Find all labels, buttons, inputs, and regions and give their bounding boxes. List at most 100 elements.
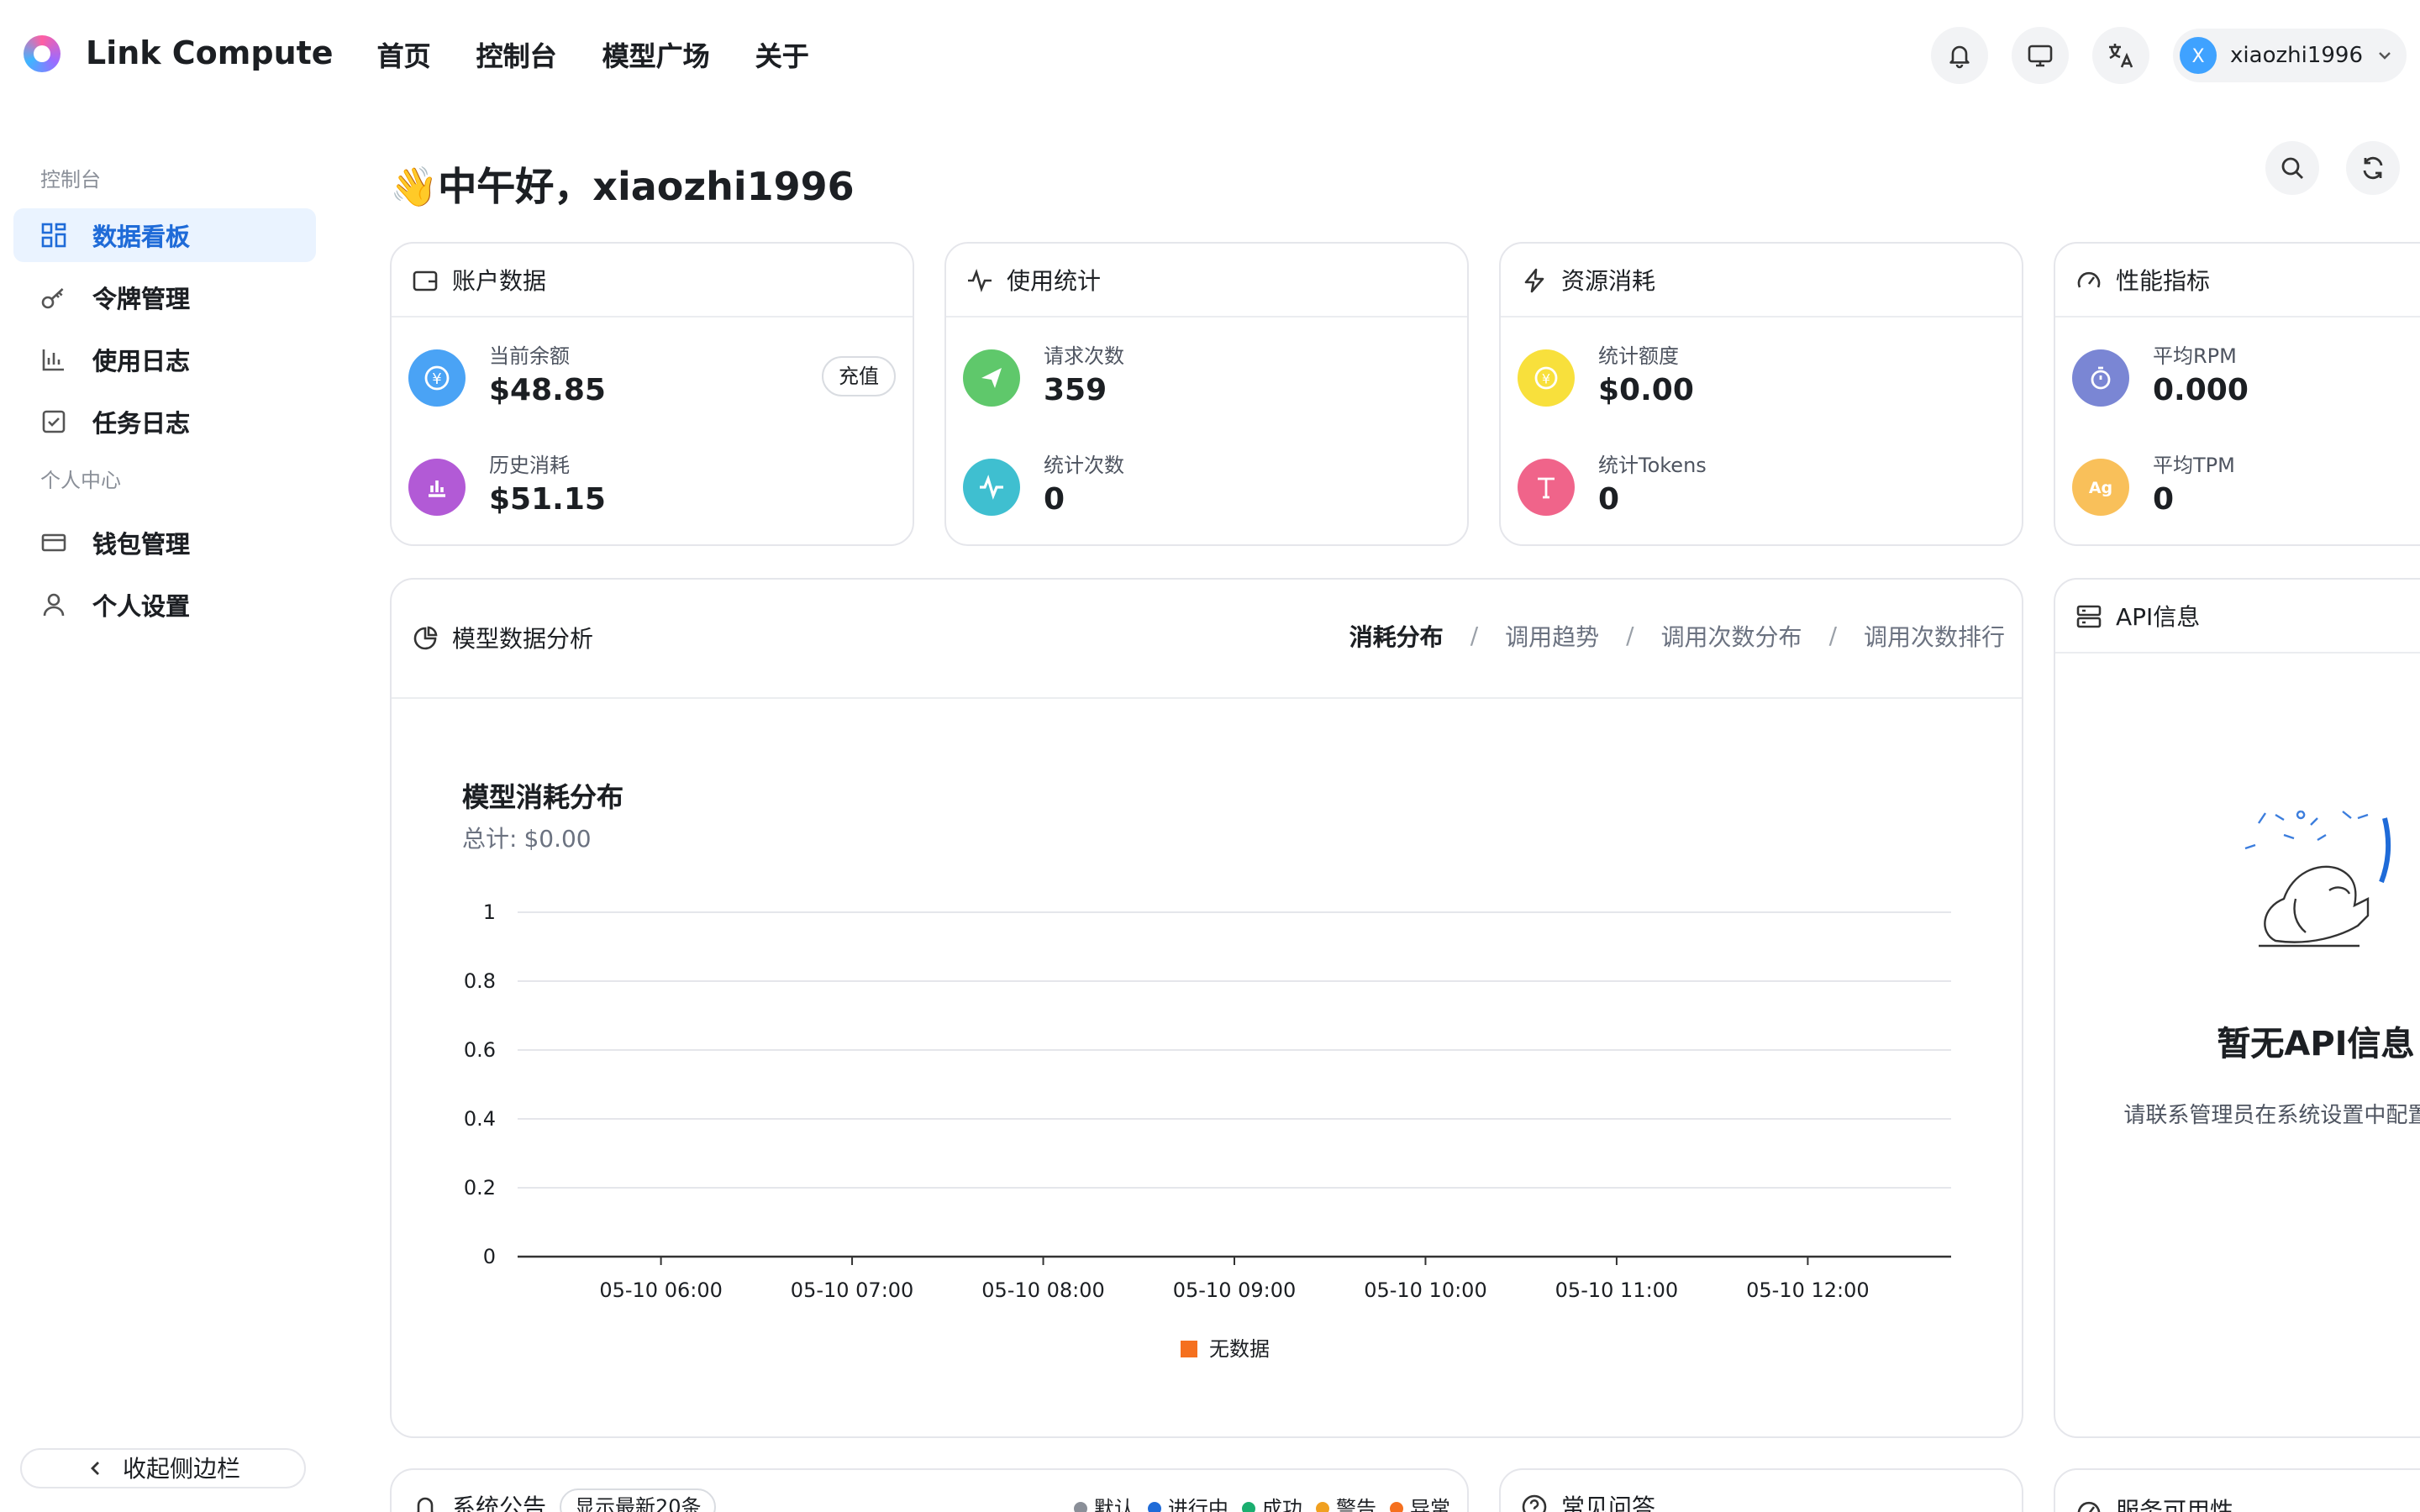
service-availability-card: 服务可用性 [2054,1468,2420,1512]
send-icon [963,349,1020,407]
x-tick-label: 05-10 08:00 [981,1278,1105,1302]
spent-label: 历史消耗 [489,454,571,477]
y-tick-label: 0.8 [464,969,496,993]
performance-card-header: 性能指标 [2055,244,2420,318]
status-dot-icon [1241,1501,1255,1512]
pulse-icon [963,459,1020,516]
sidebar-item-dashboard[interactable]: 数据看板 [13,208,316,262]
api-info-title: API信息 [2116,604,2201,631]
faq-header: 常见问答 [1501,1470,2022,1512]
status-dot-icon [1073,1501,1087,1512]
bar-chart-icon [408,459,466,516]
tokens-value: 0 [1598,482,1620,517]
sidebar-item-tokens[interactable]: 令牌管理 [13,270,316,324]
sidebar-item-label: 令牌管理 [92,286,190,313]
status-dot-icon [1147,1501,1161,1512]
account-card-header: 账户数据 [392,244,913,318]
gauge-icon [2075,266,2102,293]
tpm-value: 0 [2153,482,2175,517]
y-tick-label: 0.4 [464,1107,496,1131]
sidebar-item-usage-log[interactable]: 使用日志 [13,333,316,386]
coin-icon: ¥ [408,349,466,407]
avatar: X [2180,37,2217,74]
refresh-button[interactable] [2346,141,2400,195]
spent-stat: 历史消耗 $51.15 [408,452,606,522]
collapse-sidebar-button[interactable]: 收起侧边栏 [20,1448,306,1488]
api-info-card: API信息 暂无API信息 请联系管理员在系统设置中配置API信息 [2054,578,2420,1438]
resource-card-header: 资源消耗 [1501,244,2022,318]
legend-label: 进行中 [1167,1497,1228,1512]
balance-stat: ¥ 当前余额 $48.85 [408,343,606,413]
x-tick-label: 05-10 11:00 [1555,1278,1679,1302]
user-menu[interactable]: X xiaozhi1996 [2173,29,2407,82]
tokens-label: 统计Tokens [1598,454,1707,477]
stat-count-value: 0 [1044,482,1065,517]
legend-in-progress: 进行中 [1147,1494,1228,1512]
request-count-label: 请求次数 [1044,344,1125,368]
search-icon [2281,157,2303,179]
account-card-title: 账户数据 [452,268,546,295]
balance-label: 当前余额 [489,344,571,368]
sidebar-item-settings[interactable]: 个人设置 [13,578,316,632]
brand[interactable]: Link Compute [24,35,334,72]
x-tick-label: 05-10 10:00 [1364,1278,1487,1302]
announcement-title: 系统公告 [452,1494,546,1512]
search-button[interactable] [2265,141,2319,195]
legend-error: 异常 [1389,1494,1450,1512]
latest-20-badge: 显示最新20条 [560,1488,717,1512]
cost-distribution-chart: 1 0.8 0.6 0.4 0.2 0 05-10 06:00 05-10 07:00 05-1… [464,900,1951,1361]
faq-card: 常见问答 [1499,1468,2023,1512]
stat-count-label: 统计次数 [1044,454,1125,477]
empty-state-illustration-icon [2244,810,2391,948]
sidebar-item-task-log[interactable]: 任务日志 [13,395,316,449]
y-tick-label: 1 [483,900,496,924]
bell-icon [1949,45,1970,69]
pulse-icon [966,266,993,293]
api-info-header: API信息 [2055,580,2420,654]
request-count-stat: 请求次数 359 [963,343,1124,413]
legend-warning: 警告 [1315,1494,1376,1512]
legend-label: 异常 [1409,1497,1450,1512]
page-actions [2238,141,2400,195]
svg-text:¥: ¥ [432,370,441,388]
performance-card: 性能指标 平均RPM 0.000 Ag 平均TPM 0 [2054,242,2420,546]
svg-text:¥: ¥ [1542,371,1550,387]
brand-name: Link Compute [86,35,334,72]
announcement-card: 系统公告 显示最新20条 默认 进行中 成功 警告 异常 [390,1468,1469,1512]
resource-card: 资源消耗 ¥ 统计额度 $0.00 统计Tokens 0 [1499,242,2023,546]
tokens-stat: 统计Tokens 0 [1518,452,1707,522]
recharge-button[interactable]: 充值 [821,356,896,396]
legend-success: 成功 [1241,1494,1302,1512]
display-mode-button[interactable] [2012,27,2070,84]
service-availability-title: 服务可用性 [2116,1498,2233,1512]
status-dot-icon [1389,1501,1403,1512]
nav-home[interactable]: 首页 [377,34,431,74]
bar-chart-icon [40,346,67,373]
monitor-icon [2028,45,2053,67]
top-bar: Link Compute 首页 控制台 模型广场 关于 X xiaozhi199… [0,0,2420,108]
nav-about[interactable]: 关于 [755,34,809,74]
resource-card-title: 资源消耗 [1561,268,1655,295]
legend-label: 默认 [1093,1497,1134,1512]
x-tick-label: 05-10 06:00 [599,1278,723,1302]
x-tick-label: 05-10 09:00 [1173,1278,1297,1302]
language-button[interactable] [2092,27,2150,84]
sidebar-item-label: 钱包管理 [92,532,190,559]
sidebar-group-console: 控制台 [40,168,102,192]
model-analysis-card: 模型数据分析 消耗分布 / 调用趋势 / 调用次数分布 / 调用次数排行 模型消… [390,578,2023,1438]
server-icon [2075,602,2102,629]
gauge-icon [2075,1496,2102,1512]
usage-card-title: 使用统计 [1007,268,1101,295]
y-tick-label: 0 [483,1245,496,1268]
account-card: 账户数据 ¥ 当前余额 $48.85 充值 历史消耗 $51.15 [390,242,914,546]
brand-logo-icon [24,35,60,72]
faq-title: 常见问答 [1561,1494,1655,1512]
notification-button[interactable] [1931,27,1989,84]
nav-console[interactable]: 控制台 [476,34,557,74]
api-empty-description: 请联系管理员在系统设置中配置API信息 [2123,1104,2420,1129]
nav-model-plaza[interactable]: 模型广场 [602,34,710,74]
sidebar-item-wallet[interactable]: 钱包管理 [13,516,316,570]
rpm-label: 平均RPM [2153,344,2237,368]
service-availability-header: 服务可用性 [2055,1470,2420,1512]
wallet-icon [412,266,439,293]
